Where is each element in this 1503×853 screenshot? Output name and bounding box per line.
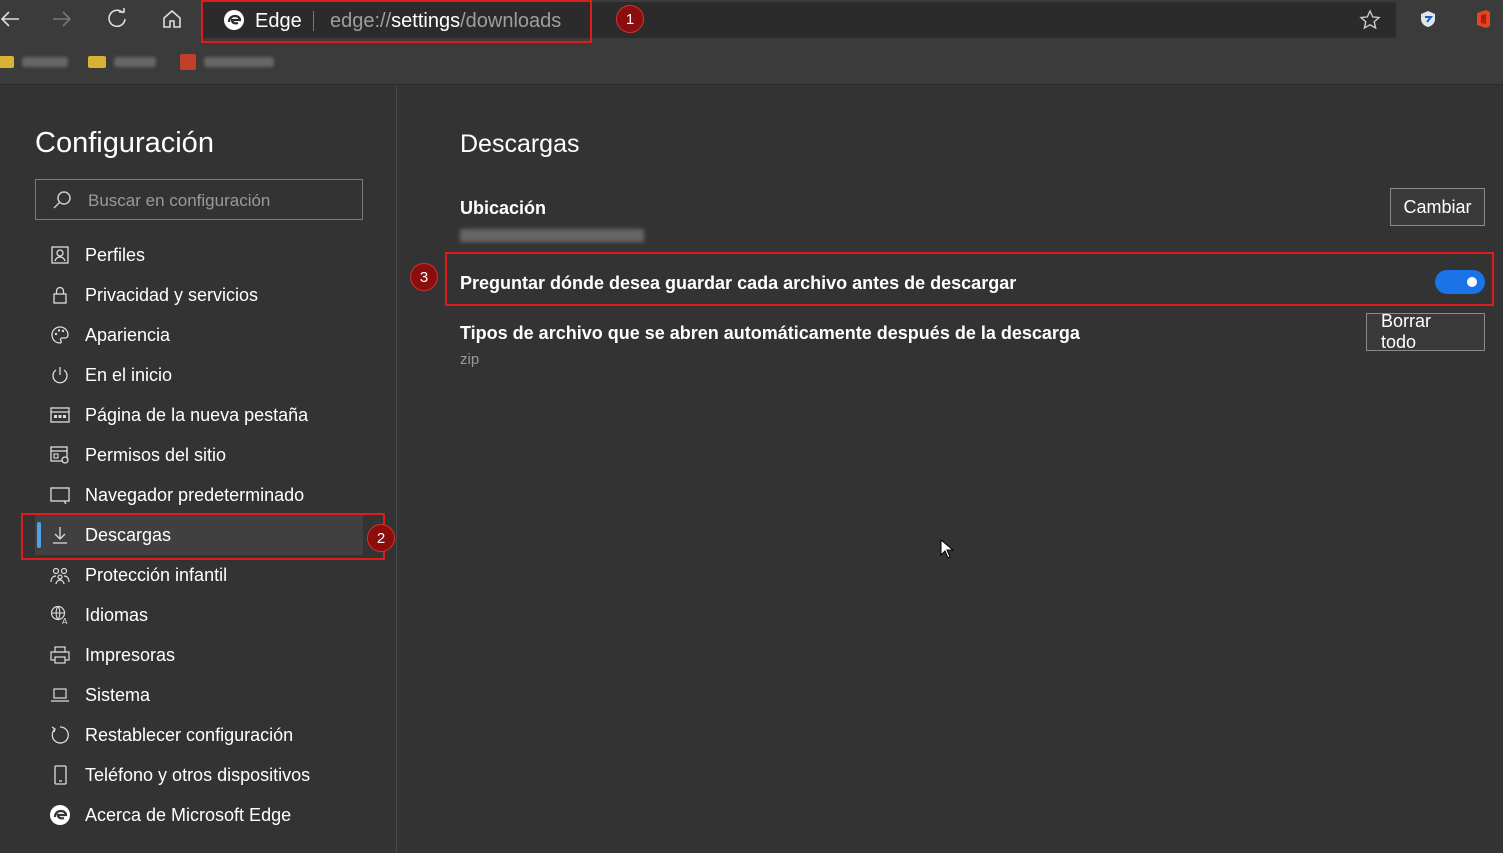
annotation-badge-3: 3 <box>410 263 438 291</box>
auto-open-label: Tipos de archivo que se abren automática… <box>460 323 1080 343</box>
bookmark-label-blurred <box>22 57 68 67</box>
sidebar-item-label: Acerca de Microsoft Edge <box>85 804 292 825</box>
power-icon <box>48 363 72 387</box>
sidebar-item-telefono[interactable]: Teléfono y otros dispositivos <box>35 755 363 795</box>
favorites-bar <box>0 40 1503 85</box>
folder-icon <box>88 56 106 68</box>
settings-search-box[interactable] <box>35 179 363 221</box>
sidebar-item-label: En el inicio <box>85 364 173 385</box>
sidebar-item-idiomas[interactable]: A Idiomas <box>35 595 363 635</box>
office-icon <box>180 54 196 70</box>
sidebar-item-impresoras[interactable]: Impresoras <box>35 635 363 675</box>
new-tab-icon <box>48 403 72 427</box>
page-title: Descargas <box>460 130 580 158</box>
change-location-button[interactable]: Cambiar <box>1390 188 1485 226</box>
sidebar-item-label: Perfiles <box>85 244 146 265</box>
reset-icon <box>48 723 72 747</box>
sidebar-item-perfiles[interactable]: Perfiles <box>35 235 363 275</box>
sidebar-item-proteccion-infantil[interactable]: Protección infantil <box>35 555 363 595</box>
refresh-icon <box>108 8 126 28</box>
laptop-icon <box>48 683 72 707</box>
shield-extension-icon <box>1421 11 1435 27</box>
printer-icon <box>48 643 72 667</box>
forward-button[interactable] <box>42 0 82 38</box>
location-label: Ubicación <box>460 198 547 218</box>
svg-text:A: A <box>62 617 68 625</box>
extension-button[interactable] <box>1408 0 1448 38</box>
sidebar-item-label: Protección infantil <box>85 564 228 585</box>
sidebar-item-label: Apariencia <box>85 324 171 345</box>
settings-title: Configuración <box>35 127 214 159</box>
edge-logo-icon <box>48 803 72 827</box>
sidebar-item-acerca-de[interactable]: Acerca de Microsoft Edge <box>35 795 363 835</box>
back-arrow-icon <box>0 11 19 27</box>
sidebar-item-restablecer[interactable]: Restablecer configuración <box>35 715 363 755</box>
home-icon <box>163 9 181 28</box>
search-icon <box>53 191 71 209</box>
default-browser-icon <box>48 483 72 507</box>
annotation-box-1 <box>201 0 592 43</box>
home-button[interactable] <box>152 0 192 38</box>
sidebar-item-label: Idiomas <box>85 604 149 625</box>
sidebar-item-sistema[interactable]: Sistema <box>35 675 363 715</box>
palette-icon <box>48 323 72 347</box>
sidebar-item-label: Sistema <box>85 684 151 705</box>
back-button[interactable] <box>0 0 30 38</box>
refresh-button[interactable] <box>97 0 137 38</box>
bookmark-label-blurred <box>204 57 274 67</box>
annotation-box-2 <box>21 513 385 560</box>
bookmark-item[interactable] <box>0 54 68 70</box>
office-icon <box>1477 10 1490 28</box>
sidebar-item-label: Impresoras <box>85 644 176 665</box>
bookmark-item[interactable] <box>180 54 274 70</box>
sidebar-item-label: Restablecer configuración <box>85 724 294 745</box>
sidebar-item-privacidad[interactable]: Privacidad y servicios <box>35 275 363 315</box>
search-input[interactable] <box>86 180 350 221</box>
clear-all-button[interactable]: Borrar todo <box>1366 311 1485 352</box>
annotation-box-3 <box>445 252 1494 306</box>
profile-icon <box>48 243 72 267</box>
bookmark-label-blurred <box>114 57 156 67</box>
language-icon: A <box>48 603 72 627</box>
forward-arrow-icon <box>53 11 72 27</box>
phone-icon <box>48 763 72 787</box>
sidebar-item-label: Permisos del sitio <box>85 444 227 465</box>
family-icon <box>48 563 72 587</box>
sidebar-item-permisos[interactable]: Permisos del sitio <box>35 435 363 475</box>
mouse-cursor-icon <box>940 539 954 559</box>
sidebar-item-label: Privacidad y servicios <box>85 284 259 305</box>
annotation-badge-2: 2 <box>367 524 395 552</box>
star-icon <box>1359 9 1381 30</box>
downloads-settings-panel: Descargas Ubicación Cambiar Preguntar dó… <box>397 85 1503 853</box>
office-extension-button[interactable] <box>1463 0 1503 38</box>
annotation-badge-1: 1 <box>616 5 644 33</box>
sidebar-item-apariencia[interactable]: Apariencia <box>35 315 363 355</box>
sidebar-item-nueva-pestana[interactable]: Página de la nueva pestaña <box>35 395 363 435</box>
sidebar-item-navegador-predeterminado[interactable]: Navegador predeterminado <box>35 475 363 515</box>
lock-icon <box>48 283 72 307</box>
site-permissions-icon <box>48 443 72 467</box>
bookmark-item[interactable] <box>88 54 156 70</box>
auto-open-types: zip <box>460 351 480 368</box>
location-path-blurred <box>460 229 644 242</box>
folder-icon <box>0 56 14 68</box>
sidebar-item-label: Navegador predeterminado <box>85 484 305 505</box>
sidebar-item-inicio[interactable]: En el inicio <box>35 355 363 395</box>
favorite-button[interactable] <box>1359 9 1381 36</box>
sidebar-item-label: Página de la nueva pestaña <box>85 404 309 425</box>
settings-sidebar: Configuración Perfiles Privacidad y serv… <box>0 85 397 853</box>
sidebar-item-label: Teléfono y otros dispositivos <box>85 764 311 785</box>
